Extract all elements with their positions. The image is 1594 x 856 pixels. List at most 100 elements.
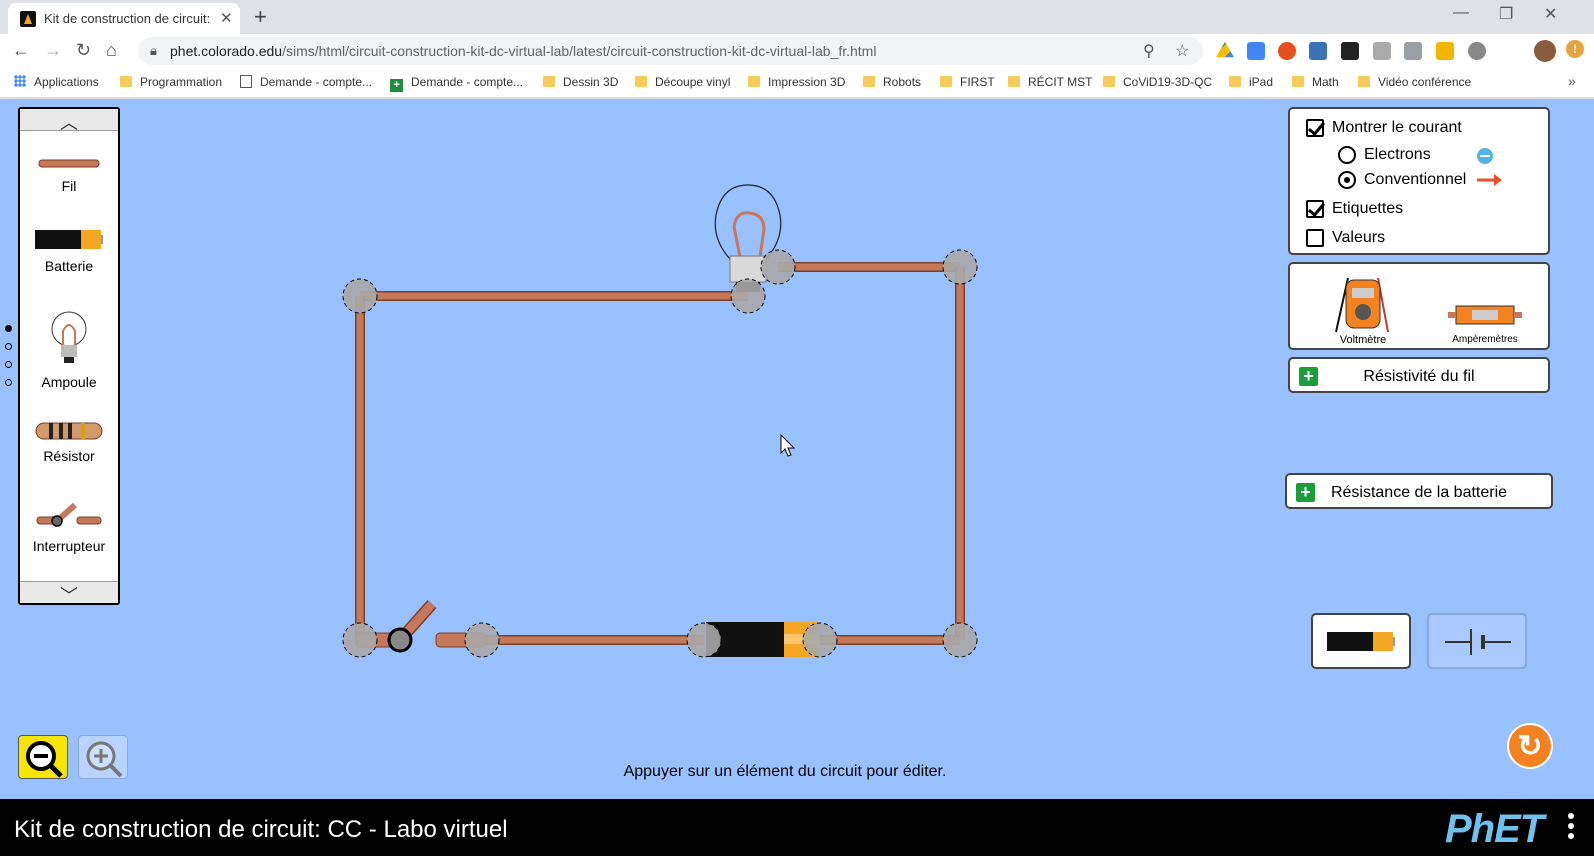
- folder-icon: [863, 76, 875, 87]
- values-checkbox[interactable]: [1306, 229, 1324, 247]
- forward-arrow-icon[interactable]: →: [44, 40, 62, 61]
- url-text: phet.colorado.edu/sims/html/circuit-cons…: [170, 43, 877, 59]
- tab-title: Kit de construction de circuit: CC: [44, 11, 212, 26]
- wire-resistivity-label: Résistivité du fil: [1363, 368, 1475, 385]
- circuit-vertex[interactable]: [802, 622, 838, 658]
- lock-icon: 🔒︎: [150, 43, 157, 58]
- circuit-vertex[interactable]: [342, 622, 378, 658]
- folder-icon: [635, 76, 647, 87]
- minimize-button[interactable]: —: [1453, 4, 1469, 22]
- labels-label: Etiquettes: [1332, 200, 1404, 217]
- schematic-battery-icon: [1445, 629, 1511, 655]
- conventional-radio[interactable]: [1338, 171, 1356, 189]
- show-current-checkbox[interactable]: [1306, 119, 1324, 137]
- new-tab-button[interactable]: +: [254, 4, 267, 30]
- extension-house-icon[interactable]: [1404, 42, 1422, 60]
- folder-icon: [120, 76, 132, 87]
- tab-close-icon[interactable]: ✕: [220, 9, 233, 27]
- extension-gear-icon[interactable]: [1468, 42, 1486, 60]
- reset-all-button[interactable]: [1507, 723, 1553, 769]
- folder-icon: [1292, 76, 1304, 87]
- bookmark-item[interactable]: iPad: [1229, 75, 1273, 89]
- extension-timer-icon[interactable]: [1309, 42, 1327, 60]
- conventional-label: Conventionnel: [1364, 171, 1467, 188]
- edit-hint-text: Appuyer sur un élément du circuit pour é…: [623, 763, 947, 780]
- bookmark-item[interactable]: Programmation: [120, 75, 222, 89]
- window-close-button[interactable]: ✕: [1544, 4, 1557, 24]
- electron-icon: [1477, 148, 1493, 164]
- bookmark-item[interactable]: Dessin 3D: [543, 75, 618, 89]
- battery-resistance-label: Résistance de la batterie: [1330, 484, 1508, 501]
- phet-menu-icon[interactable]: [1568, 813, 1574, 843]
- back-arrow-icon[interactable]: ←: [12, 40, 30, 61]
- browser-tab[interactable]: Kit de construction de circuit: CC ✕: [8, 3, 240, 34]
- ammeter-label: Ampèremètres: [1452, 334, 1518, 345]
- bookmark-item[interactable]: Math: [1292, 75, 1339, 89]
- profile-avatar[interactable]: [1534, 40, 1556, 62]
- sheet-icon: +: [390, 79, 403, 92]
- bookmarks-bar: Applications Programmation Demande - com…: [0, 68, 1594, 98]
- labels-checkbox[interactable]: [1306, 200, 1324, 218]
- circuit-vertex[interactable]: [942, 622, 978, 658]
- bookmark-item[interactable]: Demande - compte...: [240, 75, 372, 89]
- phet-favicon-icon: [20, 11, 36, 27]
- circuit-vertex[interactable]: [760, 249, 796, 285]
- ammeter-icon: [1448, 305, 1522, 325]
- bookmark-star-icon[interactable]: ☆: [1175, 41, 1189, 61]
- drive-icon[interactable]: [1216, 42, 1234, 58]
- circuit-vertex[interactable]: [942, 249, 978, 285]
- circuit-vertex[interactable]: [342, 278, 378, 314]
- display-options-panel: Montrer le courant Electrons Conventionn…: [1288, 107, 1550, 255]
- lifelike-view-button[interactable]: [1311, 613, 1411, 669]
- extension-red-icon[interactable]: [1278, 42, 1296, 60]
- schematic-view-button[interactable]: [1427, 613, 1527, 669]
- bookmark-item[interactable]: Vidéo conférence: [1358, 75, 1471, 89]
- battery-resistance-button[interactable]: + Résistance de la batterie: [1285, 473, 1553, 509]
- circuit-vertex[interactable]: [686, 622, 722, 658]
- voltmeter-icon: [1335, 277, 1389, 333]
- bookmark-item[interactable]: Robots: [863, 75, 921, 89]
- apps-grid-icon: [14, 75, 26, 87]
- extension-screen-icon[interactable]: [1341, 42, 1359, 60]
- phet-logo[interactable]: PhET: [1445, 807, 1544, 852]
- current-arrow-icon: [1477, 174, 1502, 186]
- show-current-label: Montrer le courant: [1332, 119, 1462, 136]
- battery-icon: [1327, 632, 1395, 651]
- translate-icon[interactable]: [1247, 42, 1265, 60]
- bookmark-item[interactable]: + Demande - compte...: [390, 75, 523, 92]
- home-icon[interactable]: ⌂: [106, 40, 117, 61]
- bookmark-item[interactable]: FIRST: [940, 75, 995, 89]
- sim-title: Kit de construction de circuit: CC - Lab…: [14, 816, 508, 843]
- bookmark-item[interactable]: RÉCIT MST: [1008, 75, 1092, 89]
- browser-tab-bar: Kit de construction de circuit: CC ✕ + —…: [0, 0, 1594, 34]
- circuit-vertex[interactable]: [464, 622, 500, 658]
- values-label: Valeurs: [1332, 229, 1386, 246]
- bookmark-item[interactable]: CoViD19-3D-QC: [1103, 75, 1212, 89]
- browser-toolbar: ← → ↻ ⌂ 🔒︎ phet.colorado.edu/sims/html/c…: [0, 34, 1594, 68]
- reload-icon[interactable]: ↻: [76, 40, 91, 61]
- ammeter-tool[interactable]: Ampèremètres: [1444, 298, 1526, 348]
- zoom-magnifier-icon[interactable]: ⚲: [1143, 41, 1155, 61]
- bookmark-item[interactable]: Découpe vinyl: [635, 75, 730, 89]
- wire-resistivity-button[interactable]: + Résistivité du fil: [1288, 357, 1550, 393]
- voltmeter-tool[interactable]: Voltmètre: [1322, 272, 1404, 348]
- folder-icon: [1358, 76, 1370, 87]
- restore-button[interactable]: ❐: [1499, 4, 1513, 24]
- doc-icon: [240, 75, 252, 88]
- phet-navbar: Kit de construction de circuit: CC - Lab…: [0, 799, 1594, 856]
- battery[interactable]: [706, 622, 818, 657]
- electrons-radio[interactable]: [1338, 146, 1356, 164]
- extension-hand-icon[interactable]: [1436, 42, 1454, 60]
- chrome-menu-icon[interactable]: !: [1566, 40, 1584, 58]
- more-bookmarks-icon[interactable]: »: [1568, 73, 1576, 89]
- circuit-vertex[interactable]: [730, 278, 766, 314]
- extension-grid-icon[interactable]: [1373, 42, 1391, 60]
- folder-icon: [940, 76, 952, 87]
- address-bar[interactable]: 🔒︎ phet.colorado.edu/sims/html/circuit-c…: [138, 37, 1203, 65]
- folder-icon: [1008, 76, 1020, 87]
- bookmark-item[interactable]: Applications: [14, 75, 99, 89]
- bookmark-item[interactable]: Impression 3D: [748, 75, 845, 89]
- folder-icon: [1229, 76, 1241, 87]
- folder-icon: [1103, 76, 1115, 87]
- sim-canvas[interactable]: ︿ Fil Batterie Ampoule Résistor Interrup…: [0, 99, 1594, 799]
